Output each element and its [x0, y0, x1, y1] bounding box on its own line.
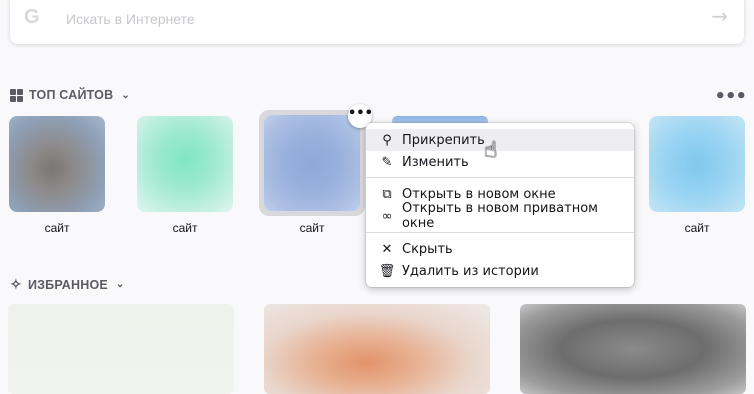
menu-item-label: Скрыть: [402, 241, 453, 257]
menu-separator: [366, 232, 634, 233]
chevron-down-icon: ⌄: [115, 279, 125, 290]
top-site-label[interactable]: сайт: [137, 221, 233, 235]
grid-icon: [10, 88, 23, 102]
search-placeholder: Искать в Интернете: [66, 11, 195, 27]
menu-item-pin[interactable]: ⚲ Прикрепить: [366, 129, 634, 151]
arrow-right-icon[interactable]: →: [711, 4, 728, 28]
private-mask-icon: ∞: [381, 208, 393, 224]
top-site-tile[interactable]: [137, 116, 233, 212]
pin-icon: ⚲: [382, 132, 392, 148]
menu-item-label: Открыть в новом приватном окне: [401, 201, 598, 231]
highlight-card[interactable]: [8, 304, 234, 394]
google-icon: G: [24, 6, 40, 28]
menu-item-label: Удалить из истории: [402, 263, 539, 279]
top-site-label[interactable]: сайт: [264, 221, 360, 235]
top-sites-header[interactable]: ТОП САЙТОВ ⌄: [10, 88, 130, 102]
top-site-label[interactable]: сайт: [649, 221, 745, 235]
top-site-label[interactable]: сайт: [9, 221, 105, 235]
menu-item-delete-history[interactable]: 🗑 Удалить из истории: [366, 260, 634, 282]
menu-item-edit[interactable]: ✎ Изменить: [366, 151, 634, 173]
top-sites-title: ТОП САЙТОВ: [29, 88, 114, 102]
open-new-window-icon: ⧉: [382, 186, 392, 202]
menu-item-open-private-window[interactable]: ∞ Открыть в новом приватном окне: [366, 201, 634, 231]
context-menu: ⚲ Прикрепить ✎ Изменить ⧉ Открыть в ново…: [366, 123, 634, 287]
top-site-tile[interactable]: [9, 116, 105, 212]
more-options-icon[interactable]: •••: [714, 86, 747, 107]
highlight-card[interactable]: [520, 304, 746, 394]
highlights-header[interactable]: ✧ ИЗБРАННОЕ ⌄: [10, 276, 125, 293]
hand-cursor-icon: ☝: [484, 138, 498, 163]
top-site-tile[interactable]: [649, 116, 745, 212]
trash-icon: 🗑: [378, 263, 396, 279]
highlight-card[interactable]: [264, 304, 490, 394]
chevron-down-icon: ⌄: [121, 89, 130, 101]
pencil-icon: ✎: [381, 154, 393, 170]
menu-item-label: Открыть в новом окне: [402, 186, 556, 202]
menu-separator: [366, 177, 634, 178]
menu-item-hide[interactable]: ✕ Скрыть: [366, 238, 634, 260]
close-icon: ✕: [381, 241, 393, 257]
sparkle-icon: ✧: [10, 276, 22, 292]
menu-item-label: Прикрепить: [402, 132, 485, 148]
highlights-title: ИЗБРАННОЕ: [27, 277, 108, 292]
top-site-tile[interactable]: [264, 115, 360, 211]
menu-item-label: Изменить: [402, 154, 469, 170]
search-bar[interactable]: G Искать в Интернете →: [10, 0, 744, 44]
